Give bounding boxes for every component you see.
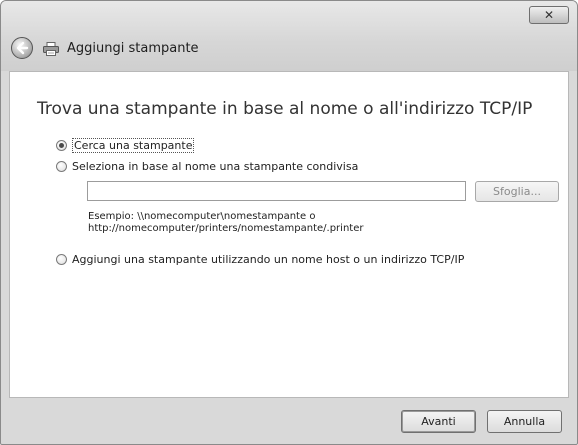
back-arrow-icon	[16, 41, 29, 55]
option-search-printer[interactable]: Cerca una stampante	[56, 138, 195, 153]
cancel-button[interactable]: Annulla	[487, 410, 562, 433]
close-button[interactable]: ✕	[529, 6, 569, 24]
title-bar: ✕ Aggiungi stampante	[1, 1, 577, 71]
radio-search-printer[interactable]	[56, 140, 67, 151]
example-line-1: Esempio: \\nomecomputer\nomestampante o	[88, 211, 316, 222]
back-button[interactable]	[11, 37, 33, 59]
shared-printer-input[interactable]	[87, 181, 466, 201]
option-select-shared-printer-label: Seleziona in base al nome una stampante …	[72, 160, 359, 173]
page-heading: Trova una stampante in base al nome o al…	[37, 99, 533, 119]
option-select-shared-printer[interactable]: Seleziona in base al nome una stampante …	[56, 160, 358, 173]
example-text: Esempio: \\nomecomputer\nomestampante o …	[88, 211, 363, 235]
option-tcpip-printer[interactable]: Aggiungi una stampante utilizzando un no…	[56, 253, 464, 266]
radio-select-shared-printer[interactable]	[56, 161, 67, 172]
radio-tcpip-printer[interactable]	[56, 254, 67, 265]
next-button[interactable]: Avanti	[401, 410, 476, 433]
example-line-2: http://nomecomputer/printers/nomestampan…	[88, 223, 364, 234]
close-icon: ✕	[543, 8, 555, 22]
option-tcpip-printer-label: Aggiungi una stampante utilizzando un no…	[72, 253, 465, 266]
add-printer-dialog: ✕ Aggiungi stampante Trova una stampante…	[0, 0, 578, 445]
option-search-printer-label: Cerca una stampante	[72, 138, 195, 153]
window-title: Aggiungi stampante	[67, 41, 199, 56]
printer-icon	[43, 42, 59, 56]
browse-button[interactable]: Sfoglia...	[475, 181, 559, 202]
content-panel: Trova una stampante in base al nome o al…	[9, 71, 569, 398]
